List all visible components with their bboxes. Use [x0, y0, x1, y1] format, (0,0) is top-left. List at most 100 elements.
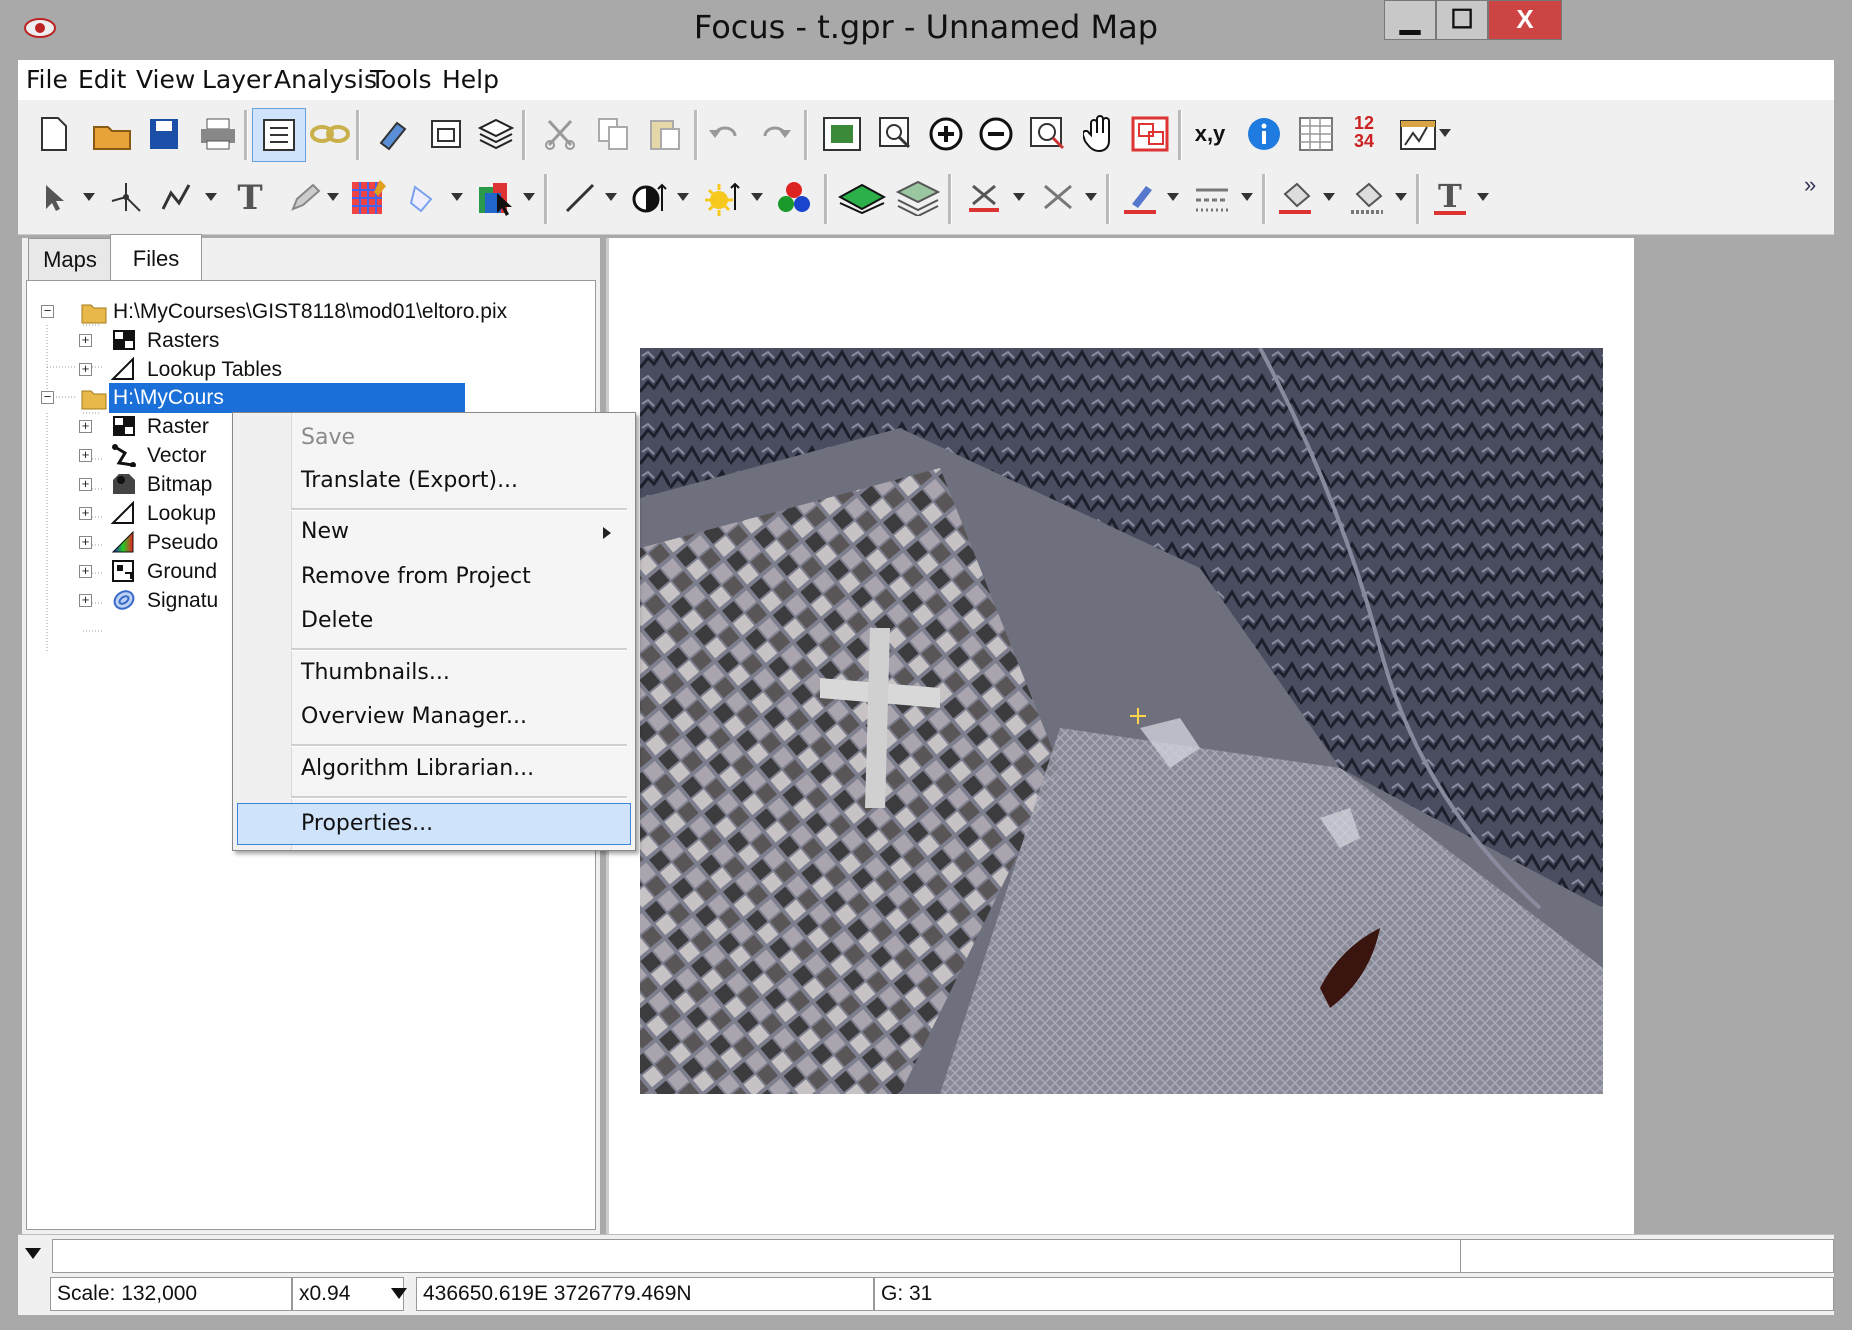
- zoom-to-layer-icon[interactable]: [1026, 112, 1070, 156]
- overview-icon[interactable]: [1128, 112, 1172, 156]
- copy-icon[interactable]: [592, 112, 636, 156]
- tab-files[interactable]: Files: [110, 234, 202, 283]
- paste-icon[interactable]: [644, 112, 688, 156]
- collapse-toggle[interactable]: −: [41, 304, 54, 318]
- fill-color-icon[interactable]: [1274, 176, 1318, 220]
- tree-item-bitmap[interactable]: Bitmap: [147, 470, 212, 500]
- undo-icon[interactable]: [702, 112, 746, 156]
- window-icon[interactable]: [424, 112, 468, 156]
- open-folder-icon[interactable]: [90, 112, 134, 156]
- files-panel-icon[interactable]: [252, 108, 306, 162]
- menu-edit[interactable]: Edit: [78, 60, 126, 100]
- save-icon[interactable]: [142, 112, 186, 156]
- tree-file-selected[interactable]: H:\MyCours: [109, 383, 465, 413]
- tree-item-signature[interactable]: Signatu: [147, 586, 218, 616]
- tree-item-lookup[interactable]: Lookup: [147, 499, 216, 529]
- tree-item-rasters[interactable]: Rasters: [147, 326, 219, 356]
- eraser-icon[interactable]: [370, 112, 414, 156]
- expand-toggle[interactable]: +: [79, 448, 92, 462]
- menu-view[interactable]: View: [136, 60, 195, 100]
- text-color-icon[interactable]: T: [1428, 176, 1472, 220]
- menu-item-remove[interactable]: Remove from Project: [301, 560, 531, 594]
- close-button[interactable]: X: [1488, 0, 1562, 40]
- menu-item-translate[interactable]: Translate (Export)...: [301, 464, 518, 498]
- collapse-toggle[interactable]: −: [41, 390, 54, 404]
- expand-toggle[interactable]: +: [79, 564, 92, 578]
- layer-green-icon[interactable]: [836, 176, 888, 220]
- select-pointer-icon[interactable]: [32, 176, 76, 220]
- raster-select-icon[interactable]: [474, 176, 518, 220]
- chevron-down-icon[interactable]: [604, 192, 618, 202]
- fill-icon[interactable]: [402, 176, 446, 220]
- chevron-down-icon[interactable]: [1166, 192, 1180, 202]
- menu-item-new[interactable]: New: [301, 515, 349, 549]
- chevron-down-icon[interactable]: [522, 192, 536, 202]
- chart-icon[interactable]: [1396, 112, 1440, 156]
- tree-item-vector[interactable]: Vector: [147, 441, 207, 471]
- pan-hand-icon[interactable]: [1078, 112, 1122, 156]
- numbers-icon[interactable]: 12 34: [1344, 110, 1384, 154]
- zoom-in-icon[interactable]: [924, 112, 968, 156]
- chevron-down-icon[interactable]: [750, 192, 764, 202]
- zoom-out-icon[interactable]: [974, 112, 1018, 156]
- vector-edit-icon[interactable]: [962, 176, 1006, 220]
- polyline-icon[interactable]: [154, 176, 198, 220]
- chevron-down-icon[interactable]: [1476, 192, 1490, 202]
- grid-paint-icon[interactable]: [348, 176, 392, 220]
- coordinate-icon[interactable]: x,y: [1188, 112, 1232, 156]
- cut-icon[interactable]: [538, 112, 582, 156]
- menu-analysis[interactable]: Analysis: [274, 60, 377, 100]
- menu-tools[interactable]: Tools: [370, 60, 432, 100]
- chevron-down-icon[interactable]: [676, 192, 690, 202]
- tree-item-lookup-tables[interactable]: Lookup Tables: [147, 355, 282, 385]
- tab-maps[interactable]: Maps: [28, 238, 112, 281]
- layer-stack-icon[interactable]: [892, 176, 944, 220]
- toolbar-overflow-icon[interactable]: »: [1804, 172, 1816, 198]
- tree-item-ground[interactable]: Ground: [147, 557, 217, 587]
- edit-vertex-icon[interactable]: [104, 176, 148, 220]
- chevron-down-icon[interactable]: [1438, 128, 1452, 138]
- chevron-down-icon[interactable]: [450, 192, 464, 202]
- minimize-button[interactable]: ▁: [1384, 0, 1436, 40]
- fill-pattern-icon[interactable]: [1346, 176, 1390, 220]
- pencil-icon[interactable]: [282, 176, 326, 220]
- expand-toggle[interactable]: +: [79, 477, 92, 491]
- expand-toggle[interactable]: +: [79, 419, 92, 433]
- menu-item-properties[interactable]: Properties...: [301, 807, 433, 841]
- tree-item-pseudocolor[interactable]: Pseudo: [147, 528, 218, 558]
- zoom-extent-icon[interactable]: [820, 112, 864, 156]
- table-icon[interactable]: [1294, 112, 1338, 156]
- coord-dropdown-icon[interactable]: [390, 1287, 408, 1301]
- vector-tools-icon[interactable]: [1036, 176, 1080, 220]
- tree-file-eltoro[interactable]: H:\MyCourses\GIST8118\mod01\eltoro.pix: [113, 297, 507, 327]
- chevron-down-icon[interactable]: [1084, 192, 1098, 202]
- maximize-button[interactable]: ☐: [1436, 0, 1488, 40]
- text-tool-icon[interactable]: T: [228, 176, 272, 220]
- chevron-down-icon[interactable]: [204, 192, 218, 202]
- zoom-window-icon[interactable]: [874, 112, 918, 156]
- redo-icon[interactable]: [754, 112, 798, 156]
- info-icon[interactable]: [1242, 112, 1286, 156]
- chevron-down-icon[interactable]: [1012, 192, 1026, 202]
- chevron-down-icon[interactable]: [1240, 192, 1254, 202]
- menu-layer[interactable]: Layer: [202, 60, 272, 100]
- menu-help[interactable]: Help: [442, 60, 499, 100]
- menu-item-algorithm[interactable]: Algorithm Librarian...: [301, 752, 534, 786]
- chevron-down-icon[interactable]: [326, 192, 340, 202]
- expand-toggle[interactable]: +: [79, 506, 92, 520]
- line-color-icon[interactable]: [1118, 176, 1162, 220]
- contrast-icon[interactable]: [628, 176, 672, 220]
- link-icon[interactable]: [308, 112, 352, 156]
- menu-file[interactable]: File: [26, 60, 68, 100]
- rgb-icon[interactable]: [772, 176, 816, 220]
- expand-toggle[interactable]: +: [79, 362, 92, 376]
- expand-toggle[interactable]: +: [79, 535, 92, 549]
- menu-item-overview[interactable]: Overview Manager...: [301, 700, 527, 734]
- expand-toggle[interactable]: +: [79, 593, 92, 607]
- tree-item-raster[interactable]: Raster: [147, 412, 209, 442]
- chevron-down-icon[interactable]: [1394, 192, 1408, 202]
- status-dropdown-icon[interactable]: [24, 1247, 42, 1261]
- brightness-icon[interactable]: [700, 176, 744, 220]
- chevron-down-icon[interactable]: [82, 192, 96, 202]
- menu-item-thumbnails[interactable]: Thumbnails...: [301, 656, 450, 690]
